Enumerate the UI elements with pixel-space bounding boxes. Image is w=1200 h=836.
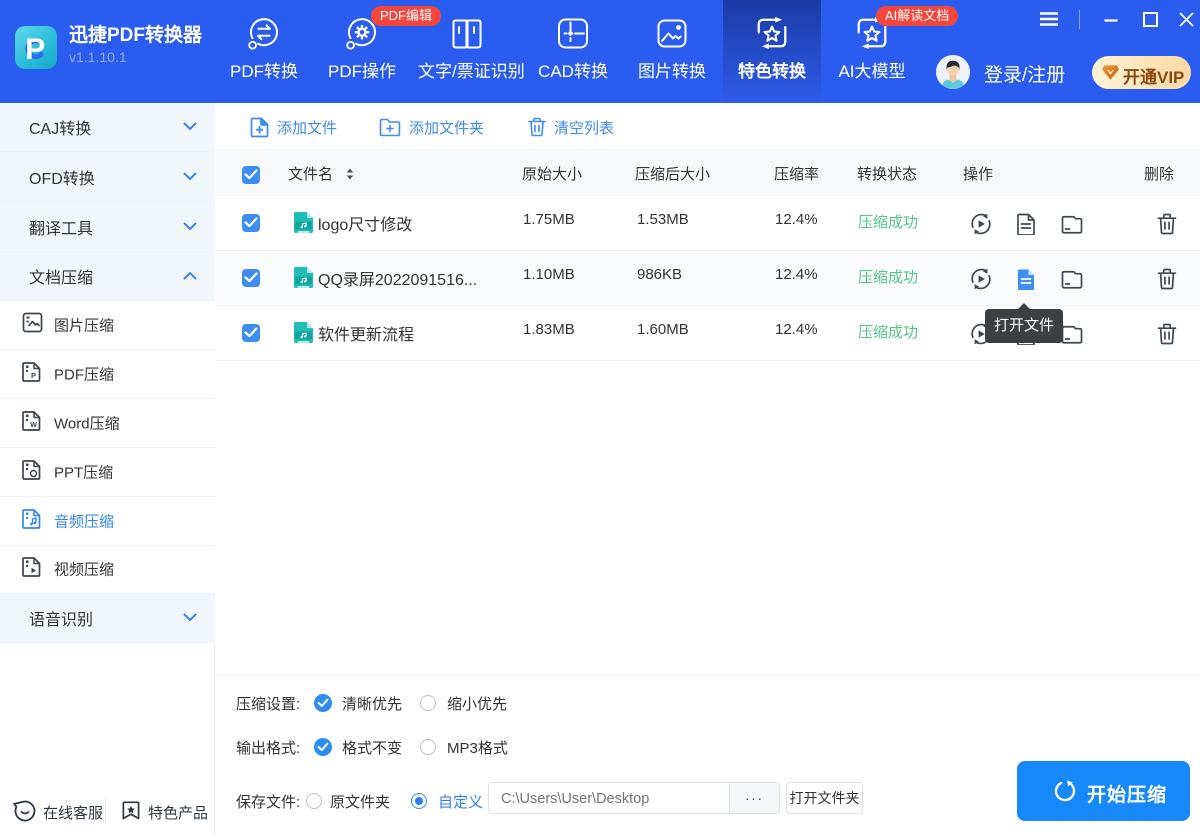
svg-text:P: P xyxy=(31,371,36,380)
svg-text:W: W xyxy=(30,422,37,429)
svg-text:P: P xyxy=(25,33,45,66)
